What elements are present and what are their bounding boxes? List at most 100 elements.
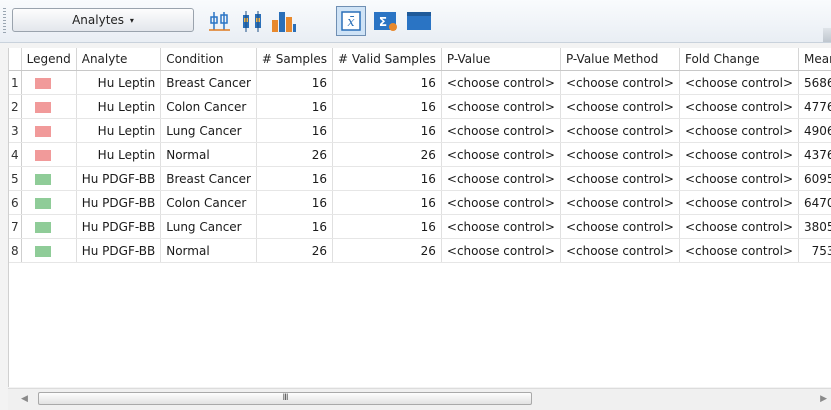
p-value-method-cell[interactable]: <choose control> — [560, 190, 680, 215]
row-number: 3 — [9, 118, 22, 143]
fold-change-cell[interactable]: <choose control> — [679, 166, 800, 191]
p-value-cell[interactable]: <choose control> — [441, 70, 561, 95]
table-row[interactable]: 7 Hu PDGF-BB Lung Cancer 16 16 <choose contro… — [9, 214, 831, 239]
mean-cell: 4906.20 — [798, 118, 831, 143]
legend-color-swatch — [34, 221, 51, 233]
scrollbar-thumb[interactable]: III — [38, 392, 532, 405]
chevron-down-icon: ▾ — [129, 16, 134, 25]
column-header-legend[interactable]: Legend — [21, 48, 77, 71]
table-row[interactable]: 1 Hu Leptin Breast Cancer 16 16 <choose contr… — [9, 70, 831, 95]
column-header-condition[interactable]: Condition — [160, 48, 257, 71]
samples-cell: 16 — [256, 166, 334, 191]
legend-swatch — [21, 142, 77, 167]
legend-swatch — [21, 70, 77, 95]
condition-cell: Colon Cancer — [160, 94, 257, 119]
summary-table-icon[interactable]: Σ — [370, 6, 400, 36]
p-value-cell[interactable]: <choose control> — [441, 142, 561, 167]
mean-cell: 5686.89 — [798, 70, 831, 95]
fold-change-cell[interactable]: <choose control> — [679, 118, 800, 143]
toolbar-grip[interactable] — [3, 8, 6, 34]
column-header-p-value-method[interactable]: P-Value Method — [560, 48, 680, 71]
row-number: 7 — [9, 214, 22, 239]
p-value-method-cell[interactable]: <choose control> — [560, 142, 680, 167]
samples-cell: 26 — [256, 238, 334, 263]
column-header-samples[interactable]: # Samples — [256, 48, 334, 71]
legend-color-swatch — [34, 245, 51, 257]
toolbar-overflow[interactable] — [823, 28, 831, 42]
p-value-cell[interactable]: <choose control> — [441, 238, 561, 263]
analyte-table: Legend Analyte Condition # Samples # Val… — [9, 48, 831, 263]
p-value-method-cell[interactable]: <choose control> — [560, 166, 680, 191]
table-view-icon[interactable] — [404, 6, 434, 36]
fold-change-cell[interactable]: <choose control> — [679, 190, 800, 215]
analyte-cell: Hu PDGF-BB — [76, 166, 162, 191]
samples-cell: 16 — [256, 70, 334, 95]
p-value-cell[interactable]: <choose control> — [441, 214, 561, 239]
analytes-dropdown[interactable]: Analytes ▾ — [12, 8, 194, 32]
valid-samples-cell: 16 — [332, 166, 442, 191]
table-row[interactable]: 4 Hu Leptin Normal 26 26 <choose control> <cho… — [9, 142, 831, 167]
scroll-left-icon[interactable]: ◀ — [21, 394, 28, 404]
column-header-fold-change[interactable]: Fold Change — [679, 48, 800, 71]
statistics-test-icon[interactable]: x̄ — [336, 6, 366, 36]
condition-cell: Lung Cancer — [160, 214, 257, 239]
p-value-method-cell[interactable]: <choose control> — [560, 238, 680, 263]
scroll-right-icon[interactable]: ▶ — [820, 394, 827, 404]
header-row: Legend Analyte Condition # Samples # Val… — [9, 48, 831, 71]
legend-color-swatch — [34, 149, 51, 161]
p-value-cell[interactable]: <choose control> — [441, 190, 561, 215]
analyte-cell: Hu PDGF-BB — [76, 214, 162, 239]
row-header-corner — [9, 48, 22, 71]
fold-change-cell[interactable]: <choose control> — [679, 94, 800, 119]
condition-cell: Normal — [160, 142, 257, 167]
p-value-method-cell[interactable]: <choose control> — [560, 94, 680, 119]
table-row[interactable]: 2 Hu Leptin Colon Cancer 16 16 <choose contro… — [9, 94, 831, 119]
fold-change-cell[interactable]: <choose control> — [679, 214, 800, 239]
column-header-valid-samples[interactable]: # Valid Samples — [332, 48, 442, 71]
mean-cell: 753.98 — [798, 238, 831, 263]
p-value-cell[interactable]: <choose control> — [441, 166, 561, 191]
dot-plot-icon[interactable] — [237, 6, 267, 36]
mean-cell: 6095.02 — [798, 166, 831, 191]
samples-cell: 26 — [256, 142, 334, 167]
analyte-cell: Hu Leptin — [76, 142, 162, 167]
column-header-p-value[interactable]: P-Value — [441, 48, 561, 71]
legend-color-swatch — [34, 125, 51, 137]
row-number: 2 — [9, 94, 22, 119]
bar-chart-icon[interactable] — [268, 6, 298, 36]
p-value-cell[interactable]: <choose control> — [441, 94, 561, 119]
valid-samples-cell: 26 — [332, 142, 442, 167]
valid-samples-cell: 16 — [332, 190, 442, 215]
valid-samples-cell: 16 — [332, 70, 442, 95]
p-value-cell[interactable]: <choose control> — [441, 118, 561, 143]
box-plot-icon[interactable] — [204, 6, 234, 36]
samples-cell: 16 — [256, 118, 334, 143]
legend-swatch — [21, 238, 77, 263]
mean-cell: 4776.58 — [798, 94, 831, 119]
table-row[interactable]: 6 Hu PDGF-BB Colon Cancer 16 16 <choose contr… — [9, 190, 831, 215]
condition-cell: Colon Cancer — [160, 190, 257, 215]
fold-change-cell[interactable]: <choose control> — [679, 238, 800, 263]
row-number: 1 — [9, 70, 22, 95]
fold-change-cell[interactable]: <choose control> — [679, 70, 800, 95]
mean-cell: 4376.92 — [798, 142, 831, 167]
legend-swatch — [21, 190, 77, 215]
table-row[interactable]: 5 Hu PDGF-BB Breast Cancer 16 16 <choose cont… — [9, 166, 831, 191]
valid-samples-cell: 16 — [332, 118, 442, 143]
fold-change-cell[interactable]: <choose control> — [679, 142, 800, 167]
table-row[interactable]: 3 Hu Leptin Lung Cancer 16 16 <choose control… — [9, 118, 831, 143]
column-header-mean[interactable]: Mean — [798, 48, 831, 71]
horizontal-scrollbar[interactable]: ◀ III ▶ — [8, 388, 831, 410]
p-value-method-cell[interactable]: <choose control> — [560, 214, 680, 239]
condition-cell: Breast Cancer — [160, 166, 257, 191]
table-row[interactable]: 8 Hu PDGF-BB Normal 26 26 <choose control> <ch… — [9, 238, 831, 263]
samples-cell: 16 — [256, 190, 334, 215]
p-value-method-cell[interactable]: <choose control> — [560, 70, 680, 95]
p-value-method-cell[interactable]: <choose control> — [560, 118, 680, 143]
legend-color-swatch — [34, 197, 51, 209]
analyte-cell: Hu Leptin — [76, 94, 162, 119]
column-header-analyte[interactable]: Analyte — [76, 48, 162, 71]
mean-cell: 3805.84 — [798, 214, 831, 239]
svg-text:Σ: Σ — [379, 15, 387, 29]
legend-color-swatch — [34, 77, 51, 89]
